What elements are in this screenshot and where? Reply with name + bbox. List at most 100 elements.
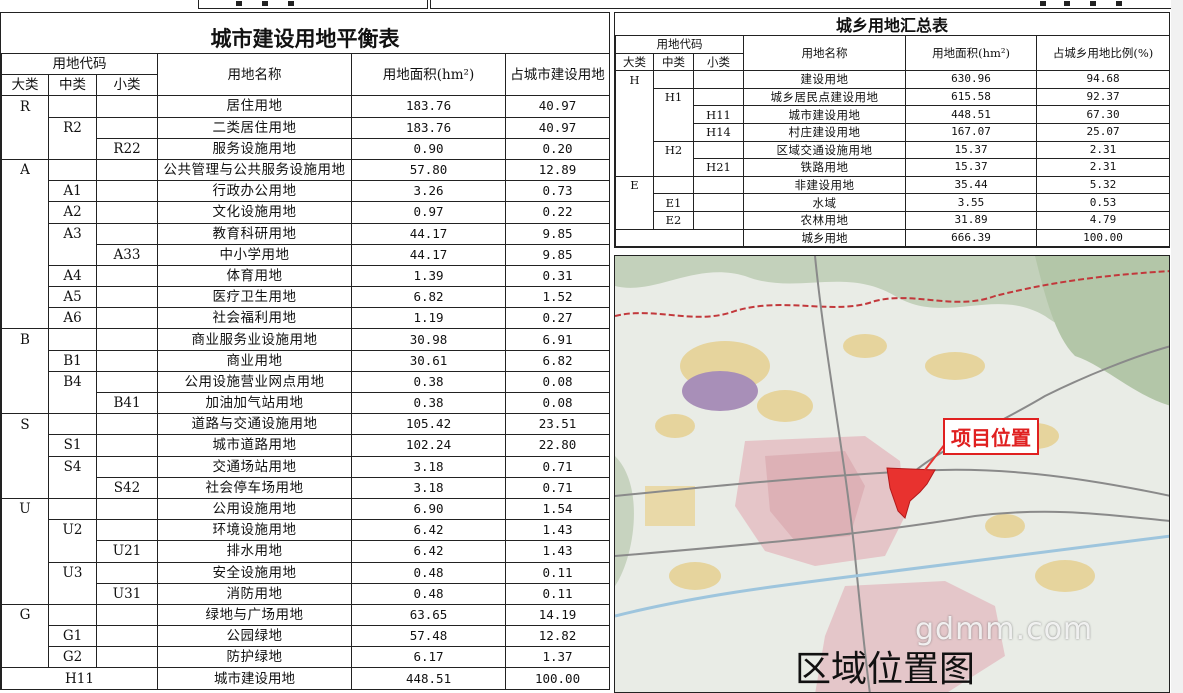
code-medium: S4	[48, 455, 97, 478]
header-minor: 小类	[692, 52, 745, 72]
land-name: 水域	[743, 193, 907, 212]
land-area: 6.82	[351, 286, 507, 309]
land-ratio: 12.82	[505, 625, 611, 648]
table-row: G1 公园绿地 57.48 12.82	[1, 625, 611, 648]
code-minor	[95, 264, 159, 288]
land-area: 0.48	[351, 561, 507, 584]
page-right-margin	[1171, 0, 1183, 693]
table-row: R2 二类居住用地 183.76 40.97	[1, 116, 611, 139]
land-area: 1.39	[351, 264, 507, 288]
land-area: 0.38	[351, 370, 507, 394]
table-row: G2 防护绿地 6.17 1.37	[1, 646, 611, 669]
land-area: 3.18	[351, 476, 507, 499]
land-ratio: 6.91	[505, 328, 611, 351]
land-area: 3.55	[905, 193, 1038, 212]
land-ratio: 0.31	[505, 264, 611, 288]
table-row: S4 交通场站用地 3.18 0.71	[1, 455, 611, 478]
header-name: 用地名称	[157, 52, 353, 97]
land-ratio: 0.73	[505, 180, 611, 203]
table-row: B4 公用设施营业网点用地 0.38 0.08	[1, 370, 611, 394]
land-area: 44.17	[351, 222, 507, 245]
code-medium: A5	[48, 286, 97, 309]
land-ratio: 0.20	[505, 137, 611, 160]
table-row: S42 社会停车场用地 3.18 0.71	[1, 476, 611, 499]
right-table-title: 城乡用地汇总表	[835, 16, 948, 35]
land-ratio: 1.54	[505, 497, 611, 521]
land-area: 31.89	[905, 210, 1038, 230]
header-ratio: 占城乡用地比例(%)	[1036, 34, 1171, 72]
code-major: U	[1, 497, 49, 520]
code-medium: B1	[48, 349, 97, 372]
top-frame-right	[430, 0, 1172, 9]
code-minor	[95, 646, 159, 669]
land-name: 公园绿地	[157, 625, 353, 648]
top-mark	[288, 1, 294, 6]
code-major	[1, 646, 49, 669]
code-major	[1, 180, 49, 202]
urban-land-balance-table: 用地代码 用地名称 用地面积(hm²) 占城市建设用地 大类 中类 小类 R 居住…	[0, 52, 611, 690]
code-medium: E2	[653, 210, 694, 230]
left-table-title: 城市建设用地平衡表	[210, 27, 400, 51]
code-major	[1, 392, 49, 415]
code-medium	[48, 392, 97, 415]
code-medium	[48, 540, 97, 563]
land-ratio: 1.37	[505, 646, 611, 669]
land-ratio: 67.30	[1036, 105, 1171, 124]
top-strip	[0, 0, 1183, 12]
total-ratio: 100.00	[505, 667, 611, 690]
total-code	[614, 228, 745, 248]
code-minor: A33	[95, 243, 159, 266]
code-minor	[95, 455, 159, 478]
top-mark	[236, 1, 242, 6]
code-minor: U21	[95, 540, 159, 563]
code-major	[1, 583, 49, 605]
total-name: 城乡用地	[743, 228, 907, 248]
top-mark	[1116, 1, 1122, 6]
land-area: 0.90	[351, 137, 507, 160]
code-minor	[95, 95, 159, 118]
land-ratio: 1.52	[505, 286, 611, 309]
code-medium	[48, 158, 97, 182]
top-mark	[1040, 1, 1046, 6]
code-minor	[95, 497, 159, 521]
table-row: H1 城乡居民点建设用地 615.58 92.37	[615, 87, 1171, 107]
land-name: 加油加气站用地	[157, 391, 353, 415]
land-ratio: 12.89	[505, 158, 611, 182]
land-ratio: 0.71	[505, 476, 611, 499]
code-medium: A2	[48, 201, 97, 224]
code-medium: G1	[48, 625, 97, 648]
code-minor	[95, 180, 159, 203]
code-major	[615, 141, 654, 159]
table-row: A33 中小学用地 44.17 9.85	[1, 243, 611, 266]
land-area: 167.07	[905, 122, 1038, 142]
code-minor: B41	[95, 391, 159, 415]
land-area: 0.38	[351, 391, 507, 415]
code-minor: H14	[692, 122, 745, 142]
land-area: 3.26	[351, 180, 507, 203]
code-medium: A1	[48, 180, 97, 203]
table-row: B41 加油加气站用地 0.38 0.08	[1, 391, 611, 415]
land-name: 村庄建设用地	[743, 122, 907, 142]
total-code: H11	[0, 667, 159, 690]
code-major	[1, 201, 49, 223]
land-area: 183.76	[351, 116, 507, 139]
header-medium: 中类	[48, 74, 97, 97]
code-minor: R22	[95, 137, 159, 160]
land-ratio: 2.31	[1036, 158, 1171, 177]
code-medium	[48, 477, 97, 499]
header-major: 大类	[615, 52, 654, 72]
land-name: 城市道路用地	[157, 434, 353, 457]
land-area: 30.61	[351, 349, 507, 372]
table-row: S1 城市道路用地 102.24 22.80	[1, 434, 611, 457]
code-medium: E1	[653, 193, 694, 212]
code-medium	[653, 105, 694, 124]
code-medium: B4	[48, 370, 97, 393]
land-ratio: 0.08	[505, 370, 611, 394]
land-ratio: 4.79	[1036, 210, 1171, 230]
header-major: 大类	[1, 74, 49, 97]
code-minor	[95, 625, 159, 648]
code-minor	[95, 413, 159, 436]
code-medium	[48, 583, 97, 605]
code-minor	[95, 222, 159, 245]
code-medium	[653, 175, 694, 195]
